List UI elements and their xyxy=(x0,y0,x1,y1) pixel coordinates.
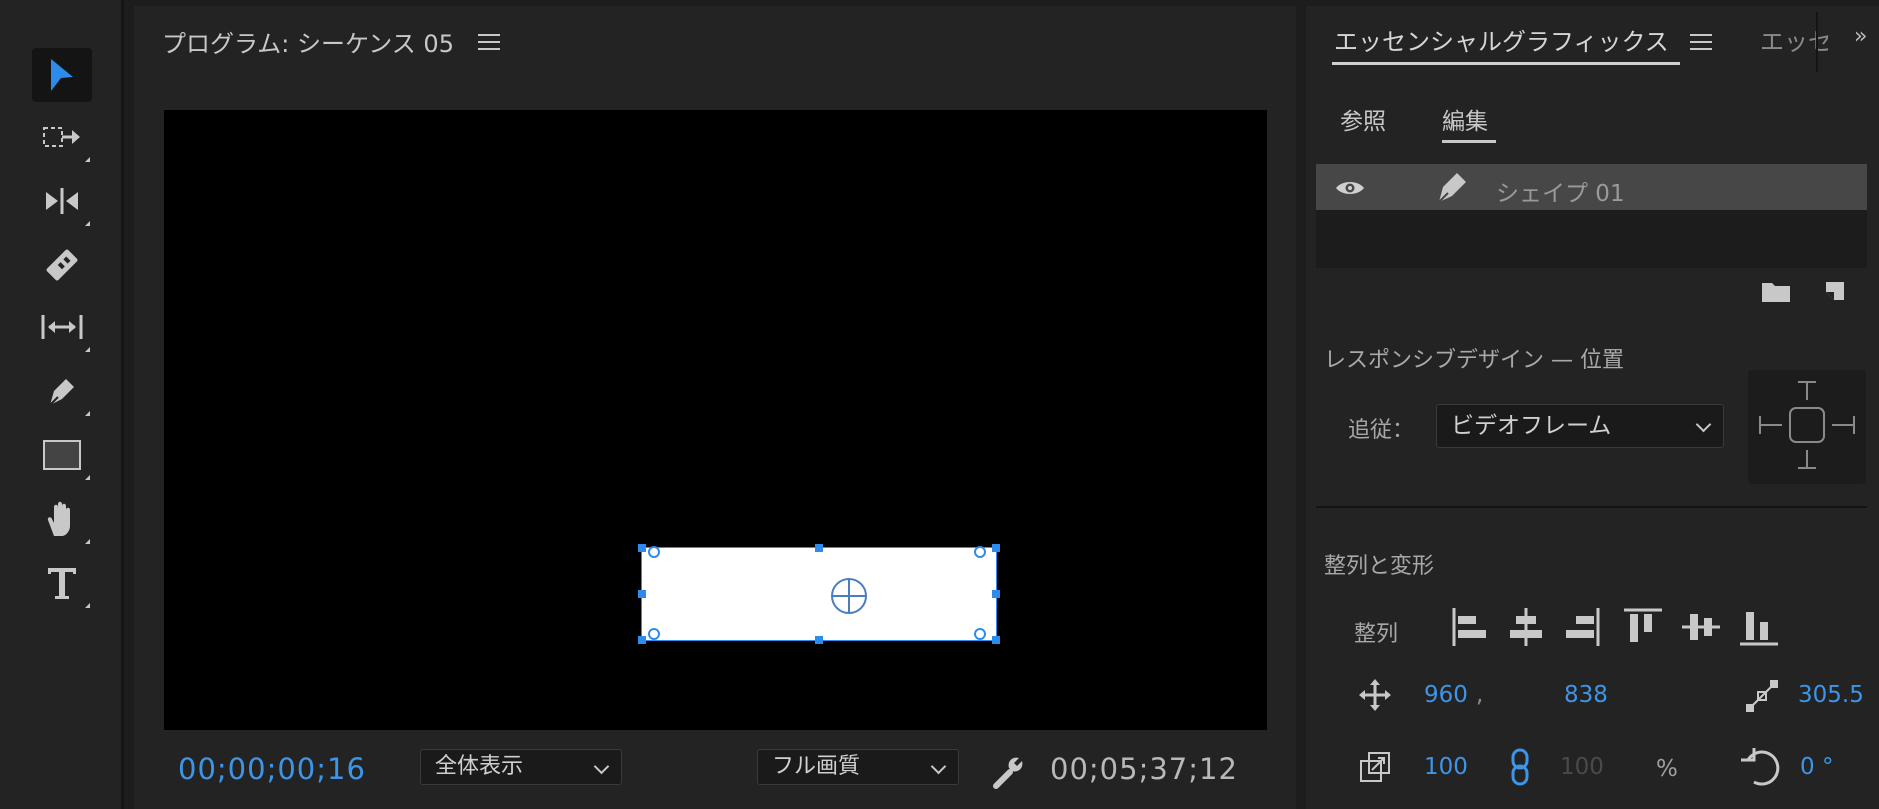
transform-handle[interactable] xyxy=(638,544,646,552)
align-transform-title: 整列と変形 xyxy=(1324,554,1435,579)
follow-label: 追従： xyxy=(1348,418,1415,443)
chevron-down-icon xyxy=(1695,416,1712,433)
position-move-icon xyxy=(1359,679,1391,711)
corner-radius-handle[interactable] xyxy=(648,546,660,558)
transform-handle[interactable] xyxy=(638,590,646,598)
anchor-point-value-icon xyxy=(1746,680,1778,712)
transform-handle[interactable] xyxy=(815,636,823,644)
pen-tool-button[interactable] xyxy=(32,364,92,418)
align-bottom-icon[interactable] xyxy=(1738,606,1780,648)
pin-to-edges-widget[interactable] xyxy=(1748,370,1866,484)
wrench-settings-icon[interactable] xyxy=(990,754,1026,790)
playback-quality-dropdown[interactable]: フル画質 xyxy=(757,749,959,785)
align-label: 整列 xyxy=(1354,622,1399,647)
hand-icon xyxy=(47,501,70,536)
new-layer-icon[interactable] xyxy=(1822,278,1848,304)
scale-unit: % xyxy=(1656,756,1678,782)
align-vertical-center-icon[interactable] xyxy=(1680,606,1722,648)
transform-handle[interactable] xyxy=(992,590,1000,598)
sequence-duration-timecode: 00;05;37;12 xyxy=(1050,752,1238,786)
eye-visibility-icon[interactable] xyxy=(1334,178,1366,198)
track-select-icon xyxy=(43,127,80,147)
zoom-level-value: 全体表示 xyxy=(435,754,524,779)
tab-divider xyxy=(1816,12,1818,72)
tools-panel xyxy=(0,0,124,809)
essential-graphics-tab[interactable]: エッセンシャルグラフィックス xyxy=(1334,22,1669,57)
rotation-icon xyxy=(1741,748,1780,786)
chevron-down-icon xyxy=(593,758,610,775)
layer-row[interactable]: シェイプ 01 xyxy=(1316,164,1867,210)
program-monitor-title[interactable]: プログラム: シーケンス 05 xyxy=(162,24,454,59)
rotation-value[interactable]: 0 ° xyxy=(1800,754,1833,780)
align-right-icon[interactable] xyxy=(1562,606,1602,648)
align-top-icon[interactable] xyxy=(1622,606,1664,648)
position-separator: , xyxy=(1476,682,1484,708)
pen-icon xyxy=(49,379,74,406)
browse-tab[interactable]: 参照 xyxy=(1340,102,1386,136)
pen-layer-icon xyxy=(1438,173,1466,203)
pin-edges-icon xyxy=(1759,381,1855,469)
type-t-icon xyxy=(48,568,76,599)
program-monitor-panel: プログラム: シーケンス 05 00;00;00;16 全体表示 フル画質 00… xyxy=(134,6,1296,809)
transform-handle[interactable] xyxy=(815,544,823,552)
selection-tool-button[interactable] xyxy=(32,48,92,102)
section-divider xyxy=(1316,506,1867,508)
anchor-point-icon[interactable] xyxy=(831,578,867,614)
position-y-value[interactable]: 838 xyxy=(1564,682,1608,708)
transform-handle[interactable] xyxy=(992,544,1000,552)
slip-tool-button[interactable] xyxy=(32,300,92,354)
scale-icon xyxy=(1360,752,1390,782)
playback-quality-value: フル画質 xyxy=(772,754,861,779)
type-tool-button[interactable] xyxy=(32,556,92,610)
layer-name: シェイプ 01 xyxy=(1496,181,1625,207)
responsive-design-title: レスポンシブデザイン — 位置 xyxy=(1324,348,1624,373)
scale-width-value[interactable]: 100 xyxy=(1424,754,1468,780)
anchor-point-value[interactable]: 305.5 xyxy=(1798,682,1864,708)
corner-radius-handle[interactable] xyxy=(974,546,986,558)
program-panel-menu-icon[interactable] xyxy=(478,34,500,50)
transform-handle[interactable] xyxy=(638,636,646,644)
position-x-value[interactable]: 960 xyxy=(1424,682,1468,708)
scale-height-value: 100 xyxy=(1560,754,1604,780)
active-tab-underline xyxy=(1332,62,1680,65)
selected-shape[interactable] xyxy=(641,547,997,641)
rectangle-icon xyxy=(43,440,81,470)
more-tabs-button[interactable]: » xyxy=(1854,24,1867,49)
new-folder-icon[interactable] xyxy=(1760,278,1792,304)
transform-handle[interactable] xyxy=(992,636,1000,644)
align-horizontal-center-icon[interactable] xyxy=(1506,606,1546,648)
razor-icon xyxy=(46,249,78,281)
align-left-icon[interactable] xyxy=(1450,606,1490,648)
hand-tool-button[interactable] xyxy=(32,492,92,546)
razor-tool-button[interactable] xyxy=(32,238,92,292)
layer-list[interactable]: シェイプ 01 xyxy=(1316,164,1867,268)
ripple-edit-icon xyxy=(46,188,78,214)
track-select-tool-button[interactable] xyxy=(32,110,92,164)
corner-radius-handle[interactable] xyxy=(974,628,986,640)
edit-tab[interactable]: 編集 xyxy=(1442,102,1488,136)
corner-radius-handle[interactable] xyxy=(648,628,660,640)
follow-target-dropdown[interactable]: ビデオフレーム xyxy=(1436,404,1724,448)
selection-arrow-icon xyxy=(51,59,73,91)
essential-graphics-menu-icon[interactable] xyxy=(1690,34,1712,50)
zoom-level-dropdown[interactable]: 全体表示 xyxy=(420,749,622,785)
edit-tab-underline xyxy=(1442,140,1496,143)
chevron-down-icon xyxy=(930,758,947,775)
playhead-timecode[interactable]: 00;00;00;16 xyxy=(178,752,366,786)
link-constrain-icon[interactable] xyxy=(1510,748,1530,786)
ripple-edit-tool-button[interactable] xyxy=(32,174,92,228)
slip-icon xyxy=(41,315,83,339)
follow-target-value: ビデオフレーム xyxy=(1451,413,1612,439)
rectangle-tool-button[interactable] xyxy=(32,428,92,482)
essential-graphics-panel: エッセンシャルグラフィックス エッセンシャ » 参照 編集 シェイプ 01 レス… xyxy=(1306,6,1879,809)
